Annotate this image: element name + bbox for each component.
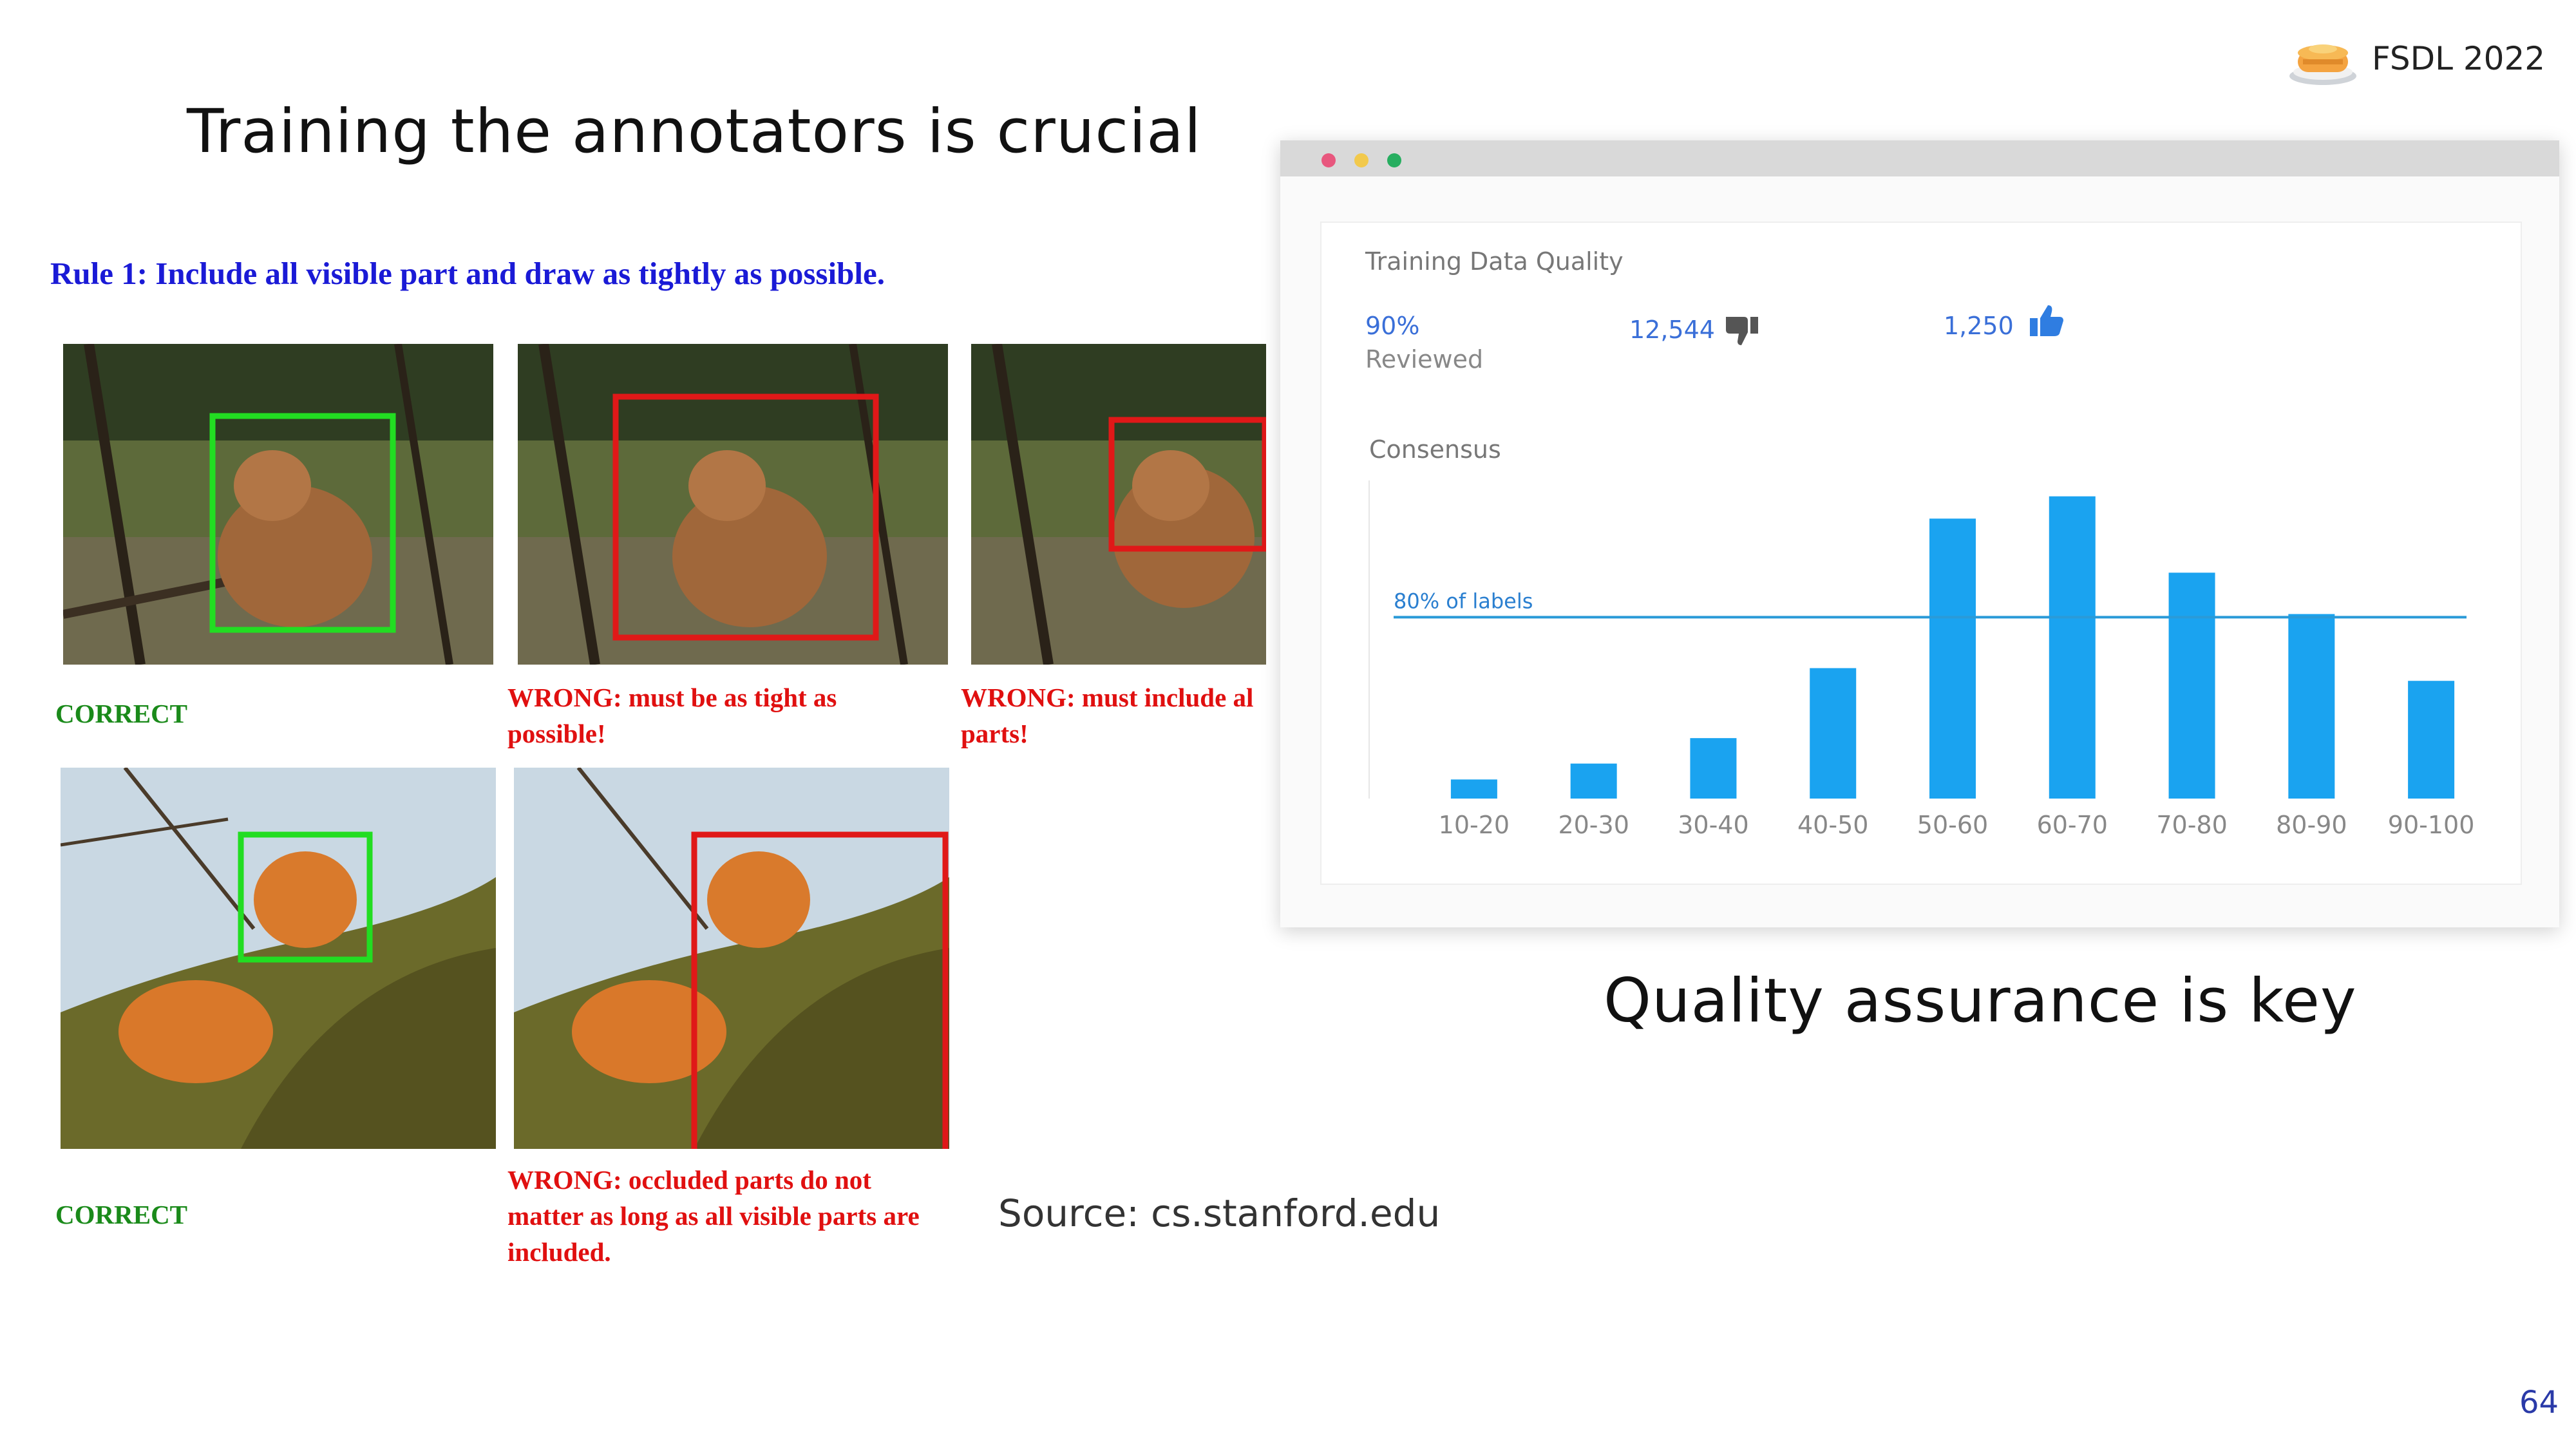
fox-photo-too-tight (971, 344, 1266, 665)
caption-correct-2: CORRECT (55, 1200, 188, 1229)
x-tick-label: 30-40 (1678, 811, 1748, 839)
bar-40-50 (1810, 668, 1857, 799)
window-minimize-dot[interactable] (1354, 153, 1368, 167)
x-tick-label: 80-90 (2276, 811, 2347, 839)
x-tick-label: 90-100 (2388, 811, 2475, 839)
threshold-label: 80% of labels (1394, 589, 1533, 613)
bar-10-20 (1450, 779, 1497, 799)
bar-30-40 (1690, 738, 1737, 799)
brand-label: FSDL 2022 (2372, 40, 2546, 77)
fox-photo-correct (63, 344, 493, 665)
x-tick-label: 70-80 (2156, 811, 2227, 839)
fox-den-photo-occluded (514, 768, 949, 1149)
slide-title: Training the annotators is crucial (187, 97, 1202, 167)
training-data-quality-card: Training Data Quality 90% Reviewed 12,54… (1320, 222, 2522, 885)
window-close-dot[interactable] (1321, 153, 1336, 167)
x-tick-label: 40-50 (1797, 811, 1868, 839)
x-tick-label: 20-30 (1558, 811, 1629, 839)
bar-70-80 (2168, 573, 2215, 799)
window-maximize-dot[interactable] (1387, 153, 1401, 167)
caption-correct-1: CORRECT (55, 699, 188, 728)
consensus-bar-chart: 10-20 20-30 30-40 40-50 50-60 60-70 70-80 80-90… (1368, 480, 2475, 839)
qa-caption: Quality assurance is key (1604, 966, 2357, 1036)
page-number: 64 (2519, 1385, 2559, 1421)
caption-wrong-tight: WRONG: must be as tight as possible! (507, 683, 837, 748)
bar-20-30 (1570, 763, 1617, 799)
bar-50-60 (1929, 518, 1976, 799)
caption-wrong-occluded: WRONG: occluded parts do not matter as l… (507, 1165, 920, 1267)
bar-80-90 (2288, 614, 2335, 799)
dashboard-window: Training Data Quality 90% Reviewed 12,54… (1280, 140, 2559, 927)
caption-wrong-include: WRONG: must include al parts! (961, 683, 1254, 748)
pancake-logo-icon (2287, 30, 2358, 90)
rule-heading: Rule 1: Include all visible part and dra… (50, 256, 885, 291)
x-tick-label: 50-60 (1917, 811, 1988, 839)
bar-60-70 (2049, 496, 2096, 799)
bar-90-100 (2408, 681, 2455, 799)
fox-den-photo-correct (61, 768, 496, 1149)
window-titlebar (1280, 140, 2559, 176)
x-tick-label: 10-20 (1439, 811, 1510, 839)
fox-photo-too-loose (518, 344, 948, 665)
x-tick-label: 60-70 (2037, 811, 2108, 839)
source-credit: Source: cs.stanford.edu (998, 1191, 1441, 1235)
